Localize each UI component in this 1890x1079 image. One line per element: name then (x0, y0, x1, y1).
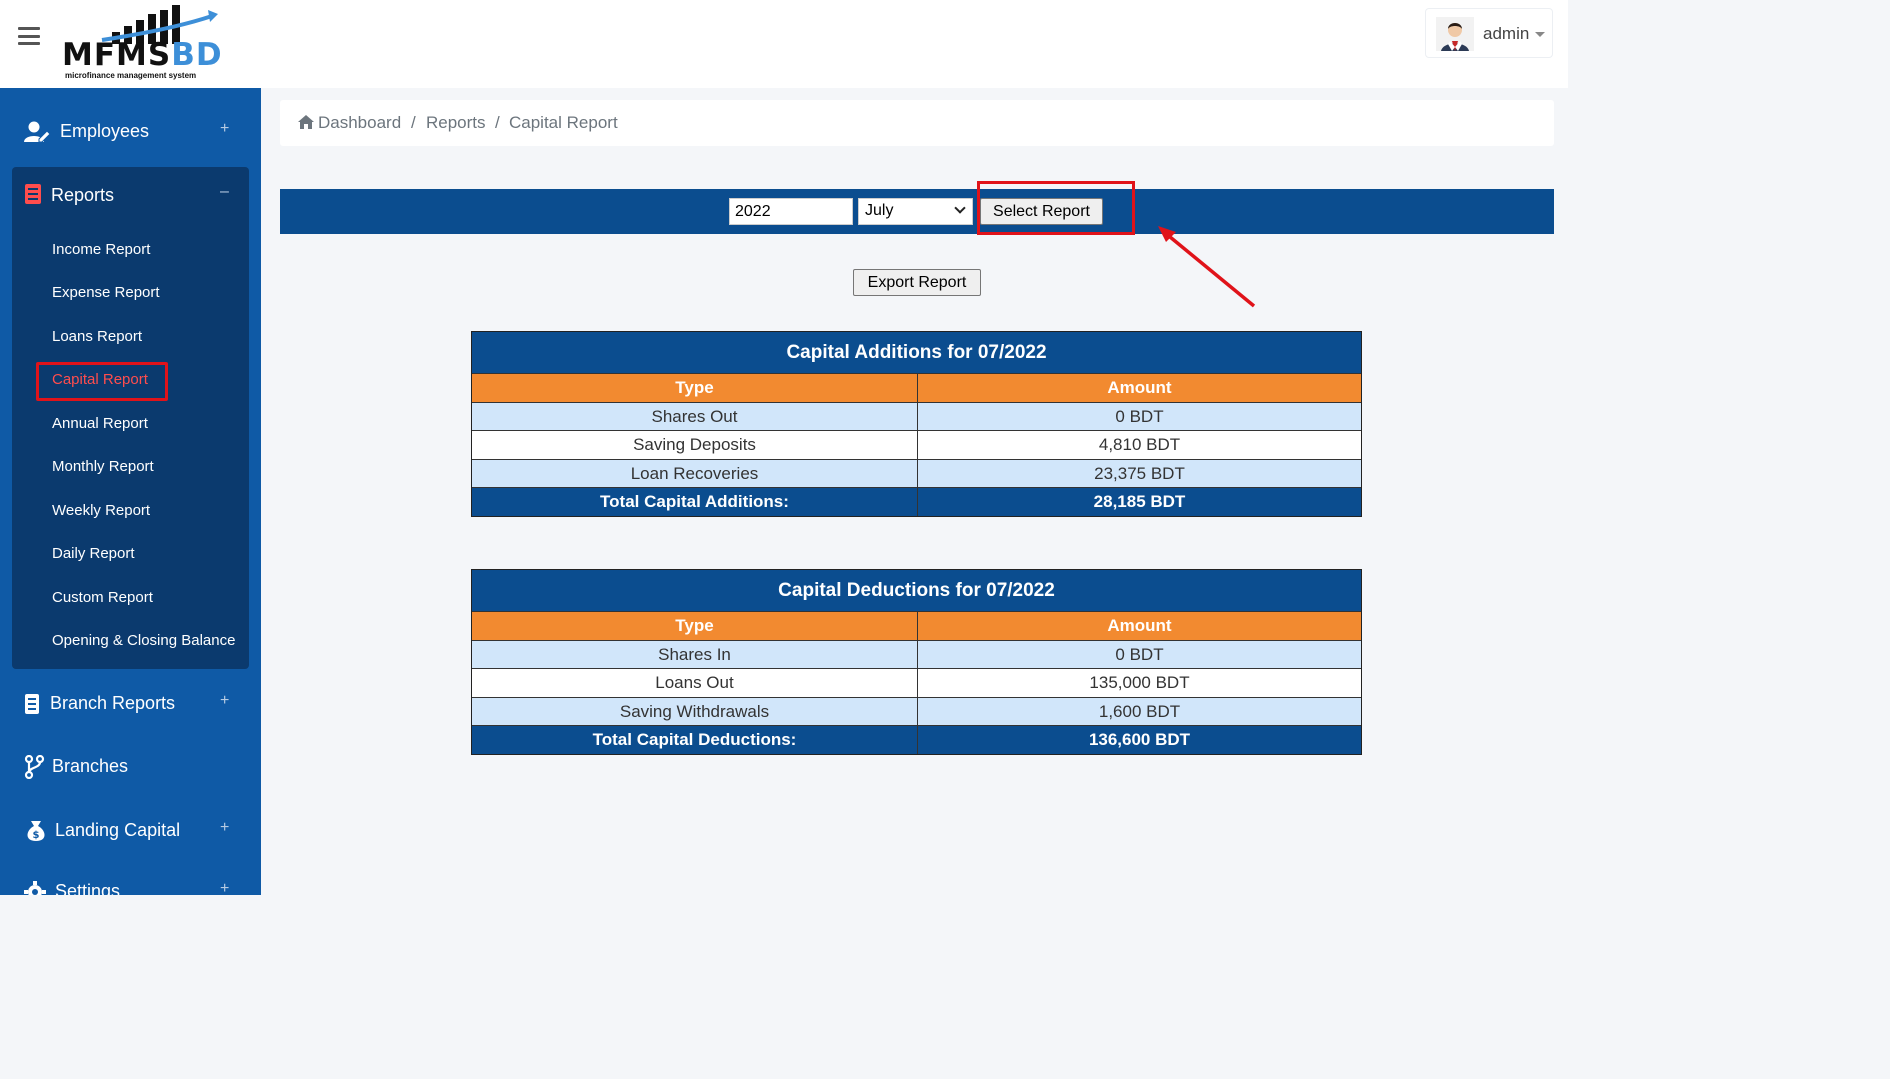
top-bar: MFMSBD microfinance management system ad… (0, 0, 1568, 88)
column-header-amount: Amount (917, 374, 1361, 402)
menu-toggle-icon[interactable] (18, 27, 40, 45)
report-filter-bar: July Select Report (280, 189, 1554, 234)
sidebar-subitem-custom-report[interactable]: Custom Report (52, 589, 153, 606)
user-edit-icon (24, 121, 50, 143)
sidebar-item-branch-reports[interactable]: Branch Reports + (0, 682, 261, 726)
breadcrumb-dashboard[interactable]: Dashboard (318, 113, 401, 133)
sidebar-subitem-monthly-report[interactable]: Monthly Report (52, 458, 154, 475)
column-header-amount: Amount (917, 612, 1361, 640)
logo-text: MFMSBD (62, 37, 223, 73)
table-row: Loans Out 135,000 BDT (472, 668, 1361, 697)
sidebar-subitem-weekly-report[interactable]: Weekly Report (52, 502, 150, 519)
sidebar-item-label: Employees (60, 121, 150, 141)
cell-amount: 4,810 BDT (917, 431, 1361, 459)
expand-icon: + (220, 120, 230, 137)
expand-icon: + (220, 880, 230, 895)
cell-type: Shares Out (651, 406, 738, 426)
cell-amount: 1,600 BDT (917, 697, 1361, 725)
svg-text:$: $ (33, 830, 40, 841)
sidebar-subitem-expense-report[interactable]: Expense Report (52, 284, 160, 301)
cell-amount: 135,000 BDT (917, 669, 1361, 697)
avatar (1436, 17, 1474, 51)
sidebar-item-employees[interactable]: Employees + (0, 110, 261, 154)
cell-type: Loans Out (655, 673, 734, 692)
code-branch-icon (24, 755, 45, 779)
chevron-down-icon (954, 202, 966, 214)
month-select[interactable]: July (858, 198, 973, 225)
user-menu[interactable]: admin (1425, 8, 1553, 58)
table-row: Shares In 0 BDT (472, 639, 1361, 668)
sidebar-item-label: Reports (51, 185, 115, 205)
chevron-down-icon (1535, 32, 1545, 37)
table-row: Saving Deposits 4,810 BDT (472, 430, 1361, 459)
home-icon (298, 115, 314, 129)
total-amount: 136,600 BDT (917, 726, 1361, 754)
expand-icon: + (220, 819, 230, 836)
total-label: Total Capital Additions: (600, 492, 789, 511)
money-bag-icon: $ (27, 821, 45, 841)
table-title: Capital Additions for 07/2022 (472, 332, 1361, 373)
export-report-button[interactable]: Export Report (853, 269, 981, 296)
app-logo[interactable]: MFMSBD microfinance management system (62, 4, 224, 82)
sidebar-subitem-capital-report[interactable]: Capital Report (52, 371, 148, 388)
cell-amount: 0 BDT (917, 640, 1361, 668)
report-list-icon (25, 694, 39, 714)
expand-icon: + (220, 692, 230, 709)
select-report-highlight (977, 181, 1135, 235)
table-row: Saving Withdrawals 1,600 BDT (472, 696, 1361, 725)
table-title: Capital Deductions for 07/2022 (472, 570, 1361, 611)
table-header-row: Type Amount (472, 373, 1361, 402)
breadcrumb-reports[interactable]: Reports (426, 113, 486, 133)
table-row: Loan Recoveries 23,375 BDT (472, 458, 1361, 487)
sidebar-item-reports[interactable]: Reports – (12, 167, 249, 222)
cell-type: Loan Recoveries (630, 463, 759, 483)
column-header-type: Type (675, 616, 714, 635)
cell-type: Saving Deposits (633, 435, 756, 454)
sidebar-subitem-opening-closing-balance[interactable]: Opening & Closing Balance (52, 632, 235, 649)
user-name: admin (1483, 24, 1530, 43)
cell-type: Saving Withdrawals (619, 701, 770, 721)
sidebar: Employees + Reports – Income Report Expe… (0, 88, 261, 895)
total-amount: 28,185 BDT (917, 488, 1361, 516)
collapse-icon: – (220, 183, 229, 200)
capital-additions-table: Capital Additions for 07/2022 Type Amoun… (471, 331, 1362, 517)
sidebar-subitem-loans-report[interactable]: Loans Report (52, 328, 142, 345)
gear-icon (24, 881, 46, 895)
table-total-row: Total Capital Deductions: 136,600 BDT (472, 725, 1361, 754)
breadcrumb-separator: / (495, 113, 500, 132)
breadcrumb-separator: / (411, 113, 416, 132)
logo-subtitle: microfinance management system (65, 71, 197, 80)
year-input[interactable] (729, 198, 853, 225)
sidebar-item-label: Branch Reports (50, 693, 176, 713)
table-header-row: Type Amount (472, 611, 1361, 640)
column-header-type: Type (675, 378, 714, 397)
sidebar-subitem-income-report[interactable]: Income Report (52, 241, 150, 258)
report-icon (25, 184, 41, 204)
sidebar-item-landing-capital[interactable]: $ Landing Capital + (0, 809, 261, 853)
cell-amount: 0 BDT (917, 402, 1361, 430)
cell-amount: 23,375 BDT (917, 459, 1361, 487)
total-label: Total Capital Deductions: (592, 730, 797, 749)
breadcrumb: Dashboard / Reports / Capital Report (280, 100, 1554, 146)
annotation-arrow-icon (1158, 226, 1256, 308)
sidebar-item-branches[interactable]: Branches (0, 745, 261, 789)
table-total-row: Total Capital Additions: 28,185 BDT (472, 487, 1361, 516)
breadcrumb-current: Capital Report (509, 113, 618, 132)
capital-deductions-table: Capital Deductions for 07/2022 Type Amou… (471, 569, 1362, 755)
sidebar-item-settings[interactable]: Settings + (0, 870, 261, 895)
month-select-value: July (865, 202, 894, 219)
sidebar-item-label: Landing Capital (55, 820, 181, 840)
sidebar-subitem-daily-report[interactable]: Daily Report (52, 545, 135, 562)
sidebar-subitem-annual-report[interactable]: Annual Report (52, 415, 148, 432)
cell-type: Shares In (658, 644, 731, 664)
table-row: Shares Out 0 BDT (472, 401, 1361, 430)
sidebar-item-label: Branches (52, 756, 129, 776)
sidebar-group-reports: Reports – Income Report Expense Report L… (12, 167, 249, 669)
sidebar-item-label: Settings (55, 881, 121, 895)
